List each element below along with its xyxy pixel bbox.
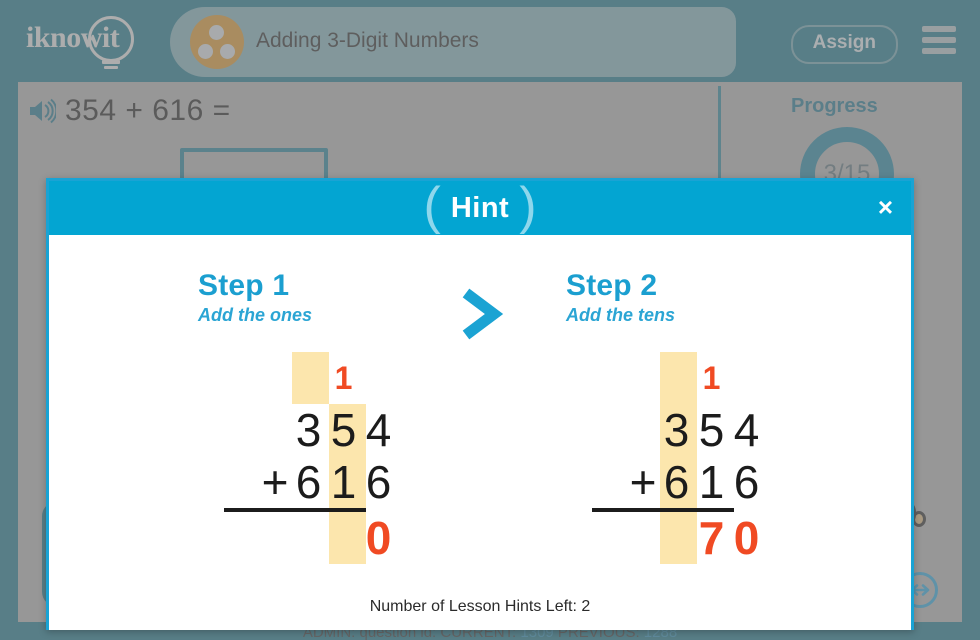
addend1-hundreds: 3	[295, 404, 322, 456]
step-2-heading: Step 2	[566, 269, 658, 302]
addend2-tens: 1	[330, 456, 357, 508]
step-1-answer-row: 0	[196, 512, 396, 564]
addend1-tens: 5	[330, 404, 357, 456]
sum-hundreds	[659, 512, 694, 564]
hint-modal-title: Hint	[450, 191, 510, 224]
carry-hundreds	[659, 352, 694, 404]
carry-ones	[361, 352, 396, 404]
hint-modal-title-wrap: ( Hint )	[49, 177, 911, 235]
step-2-top-row: 3 5 4	[564, 404, 764, 456]
step-2-carry-row: 1	[564, 352, 764, 404]
chevron-right-icon	[454, 285, 506, 348]
addend2-ones: 6	[733, 456, 760, 508]
carry-tens: 1	[702, 360, 721, 396]
screen: iknowit Adding 3-Digit Numbers Assign	[0, 0, 980, 640]
sum-ones: 0	[733, 512, 760, 564]
addend1-ones: 4	[733, 404, 760, 456]
sum-tens	[326, 512, 361, 564]
plus-operator: +	[261, 456, 289, 508]
plus-operator: +	[629, 456, 657, 508]
sum-ones: 0	[365, 512, 392, 564]
addend2-tens: 1	[698, 456, 725, 508]
step-2-calculation: 1 3 5 4 + 6 1 6 7 0	[564, 352, 764, 564]
addend2-hundreds: 6	[295, 456, 322, 508]
hint-modal-header: ( Hint ) ×	[49, 177, 911, 235]
hint-modal-body: Step 1 Add the ones 1 3 5 4 + 6 1 6 0 St…	[49, 235, 911, 630]
carry-hundreds	[291, 352, 326, 404]
step-1-top-row: 3 5 4	[196, 404, 396, 456]
step-1-calculation: 1 3 5 4 + 6 1 6 0	[196, 352, 396, 564]
decorative-left-paren: (	[423, 177, 441, 235]
decorative-right-paren: )	[519, 177, 537, 235]
sum-hundreds	[291, 512, 326, 564]
step-1-carry-row: 1	[196, 352, 396, 404]
hint-step-2: Step 2 Add the tens 1 3 5 4 + 6 1 6 7 0	[564, 269, 764, 564]
addend1-tens: 5	[698, 404, 725, 456]
step-2-answer-row: 7 0	[564, 512, 764, 564]
hint-step-1: Step 1 Add the ones 1 3 5 4 + 6 1 6 0	[196, 269, 396, 564]
step-1-sum-rule	[224, 508, 366, 512]
step-1-bottom-row: + 6 1 6	[196, 456, 396, 508]
addend1-hundreds: 3	[663, 404, 690, 456]
step-2-bottom-row: + 6 1 6	[564, 456, 764, 508]
sum-tens: 7	[698, 512, 725, 564]
addend2-hundreds: 6	[663, 456, 690, 508]
step-1-subheading: Add the ones	[198, 305, 313, 325]
addend2-ones: 6	[365, 456, 392, 508]
step-2-sum-rule	[592, 508, 734, 512]
hint-modal: ( Hint ) × Step 1 Add the ones 1 3 5 4 +…	[46, 178, 914, 630]
step-1-heading: Step 1	[198, 269, 290, 302]
addend1-ones: 4	[365, 404, 392, 456]
hints-remaining-text: Number of Lesson Hints Left: 2	[369, 598, 591, 615]
close-icon[interactable]: ×	[878, 194, 893, 220]
carry-ones	[729, 352, 764, 404]
step-2-subheading: Add the tens	[566, 305, 676, 325]
carry-tens: 1	[334, 360, 353, 396]
hint-steps: Step 1 Add the ones 1 3 5 4 + 6 1 6 0 St…	[49, 269, 911, 564]
